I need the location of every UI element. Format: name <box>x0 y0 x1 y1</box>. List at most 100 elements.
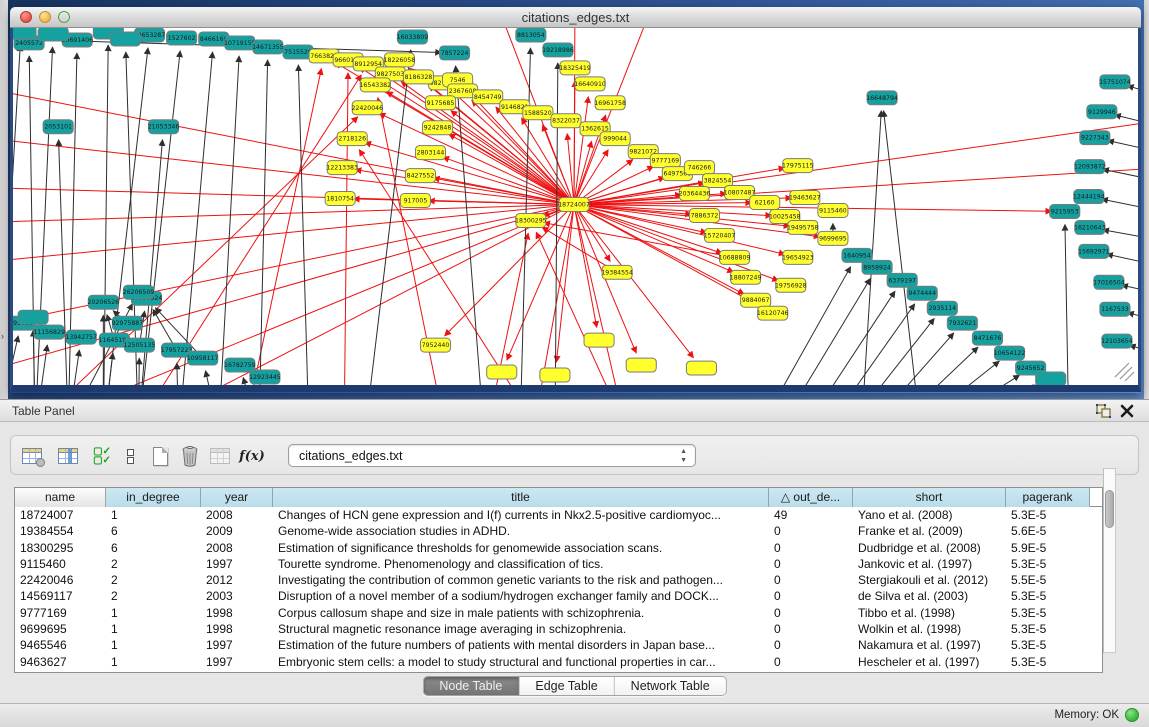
network-node[interactable]: 19495758 <box>787 220 819 234</box>
network-node[interactable]: 917005 <box>400 194 430 208</box>
network-node[interactable]: 9474444 <box>907 286 937 300</box>
network-node[interactable]: 7932621 <box>947 316 977 330</box>
collapse-chevron-icon[interactable]: › <box>1 331 4 341</box>
network-node[interactable]: 16543382 <box>359 78 391 92</box>
table-column-settings-icon[interactable] <box>19 443 45 469</box>
network-node[interactable]: 19218986 <box>542 43 574 57</box>
network-node[interactable]: 8454749 <box>473 90 503 104</box>
network-node[interactable] <box>584 333 614 347</box>
network-node[interactable]: 22420046 <box>351 101 383 115</box>
column-header-short[interactable]: short <box>853 488 1006 507</box>
network-node[interactable]: 8471676 <box>972 331 1002 345</box>
network-node[interactable]: 18325419 <box>559 61 591 75</box>
network-node[interactable]: 12093872 <box>1074 160 1106 174</box>
network-node[interactable]: 2718126 <box>337 132 367 146</box>
network-node[interactable]: 16640910 <box>574 77 606 91</box>
memory-status-indicator[interactable] <box>1125 708 1139 722</box>
network-node[interactable]: 13942757 <box>65 330 97 344</box>
network-node[interactable]: 8427552 <box>405 169 435 183</box>
column-header-name[interactable]: name <box>15 488 106 507</box>
show-column-icon[interactable] <box>55 443 81 469</box>
network-node[interactable]: 20206526 <box>88 295 120 309</box>
network-node[interactable] <box>1036 372 1066 385</box>
network-graph[interactable]: 1872400724055722069140610653287152760284… <box>13 28 1138 385</box>
network-node[interactable]: 2935114 <box>927 301 957 315</box>
network-node[interactable]: 8322037 <box>551 114 581 128</box>
network-node[interactable]: 10654122 <box>994 346 1026 360</box>
network-node[interactable]: 9884067 <box>741 293 771 307</box>
table-row[interactable]: 1830029562008Estimation of significance … <box>15 540 1102 556</box>
network-node[interactable]: 1167533 <box>1100 302 1130 316</box>
network-node[interactable]: 19463627 <box>789 191 821 205</box>
table-row[interactable]: 2242004622012Investigating the contribut… <box>15 572 1102 588</box>
column-header-title[interactable]: title <box>273 488 769 507</box>
canvas-resize-grip[interactable] <box>1115 363 1134 381</box>
network-node[interactable]: 9227343 <box>1080 131 1110 145</box>
network-node[interactable]: 17016504 <box>1093 275 1125 289</box>
network-node[interactable]: 2053101 <box>43 120 73 134</box>
network-node[interactable]: 12103654 <box>1101 334 1133 348</box>
network-node[interactable]: 12444194 <box>1073 190 1105 204</box>
network-node[interactable]: 16961758 <box>594 96 626 110</box>
network-node[interactable]: 8958924 <box>862 260 892 274</box>
table-row[interactable]: 1872400712008Changes of HCN gene express… <box>15 507 1102 523</box>
network-window-titlebar[interactable]: citations_edges.txt <box>10 7 1141 28</box>
network-node[interactable]: 9242848 <box>422 121 452 135</box>
column-header-pagerank[interactable]: pagerank <box>1006 488 1090 507</box>
network-node[interactable]: 19384554 <box>601 265 633 279</box>
network-node[interactable]: 9215953 <box>1050 205 1080 219</box>
network-node[interactable]: 11156829 <box>33 325 65 339</box>
network-node[interactable]: 15720407 <box>704 228 736 242</box>
network-node[interactable]: 9175685 <box>425 96 455 110</box>
network-node[interactable]: 12923445 <box>249 370 281 384</box>
network-node[interactable]: 16033809 <box>397 30 429 44</box>
network-node[interactable]: 19654923 <box>782 250 814 264</box>
network-node[interactable]: 18226058 <box>384 53 416 67</box>
network-node[interactable]: 21053346 <box>148 120 180 134</box>
table-row[interactable]: 977716911998Corpus callosum shape and si… <box>15 605 1102 621</box>
network-node[interactable]: 18724007 <box>558 198 590 212</box>
network-node[interactable]: 1810754 <box>325 192 355 206</box>
network-node[interactable]: 9129946 <box>1087 105 1117 119</box>
network-node[interactable]: 16648794 <box>866 91 898 105</box>
network-node[interactable]: 6379197 <box>887 273 917 287</box>
network-node[interactable]: 9115460 <box>818 204 848 218</box>
network-node[interactable]: 18300295 <box>515 213 547 227</box>
network-node[interactable]: 999044 <box>600 132 630 146</box>
network-node[interactable]: 10958117 <box>187 351 219 365</box>
network-node[interactable] <box>540 368 570 382</box>
table-select-dropdown[interactable]: citations_edges.txt ▲▼ <box>288 444 696 467</box>
network-node[interactable] <box>626 358 656 372</box>
network-node[interactable]: 7952440 <box>420 338 450 352</box>
column-header-year[interactable]: year <box>201 488 273 507</box>
network-node[interactable]: 1588520 <box>523 106 553 120</box>
network-node[interactable]: 9777169 <box>650 154 680 168</box>
network-node[interactable]: 12505135 <box>124 338 156 352</box>
network-node[interactable]: 15692971 <box>1078 244 1110 258</box>
network-node[interactable] <box>487 365 517 379</box>
tab-edge-table[interactable]: Edge Table <box>519 677 614 695</box>
network-node[interactable]: 7886372 <box>689 208 719 222</box>
network-node[interactable]: 20364436 <box>679 187 711 201</box>
network-node[interactable]: 746266 <box>684 161 714 175</box>
column-header-out-de-[interactable]: △ out_de... <box>769 488 853 507</box>
network-node[interactable] <box>686 361 716 375</box>
table-row[interactable]: 946362711997Embryonic stem cells: a mode… <box>15 654 1102 670</box>
network-node[interactable] <box>38 28 68 41</box>
network-node[interactable] <box>110 32 140 46</box>
column-header-in-degree[interactable]: in_degree <box>106 488 201 507</box>
table-panel-titlebar[interactable]: Table Panel <box>0 399 1149 422</box>
table-row[interactable]: 1456911722003Disruption of a novel membe… <box>15 588 1102 604</box>
network-canvas[interactable]: 1872400724055722069140610653287152760284… <box>10 28 1141 392</box>
select-all-rows-icon[interactable]: ▢✓▢✓ <box>89 443 115 469</box>
network-node[interactable]: 62160 <box>750 196 780 210</box>
network-node[interactable]: 7857224 <box>440 46 470 60</box>
table-row[interactable]: 1938455462009Genome-wide association stu… <box>15 523 1102 539</box>
network-node[interactable]: 1527602 <box>167 31 197 45</box>
network-node[interactable]: 12213383 <box>326 161 358 175</box>
network-node[interactable]: 14671355 <box>252 40 284 54</box>
table-row[interactable]: 911546021997Tourette syndrome. Phenomeno… <box>15 556 1102 572</box>
function-builder-icon[interactable]: f(x) <box>239 443 265 469</box>
network-node[interactable]: 8813054 <box>516 28 546 42</box>
table-row[interactable]: 969969511998Structural magnetic resonanc… <box>15 621 1102 637</box>
